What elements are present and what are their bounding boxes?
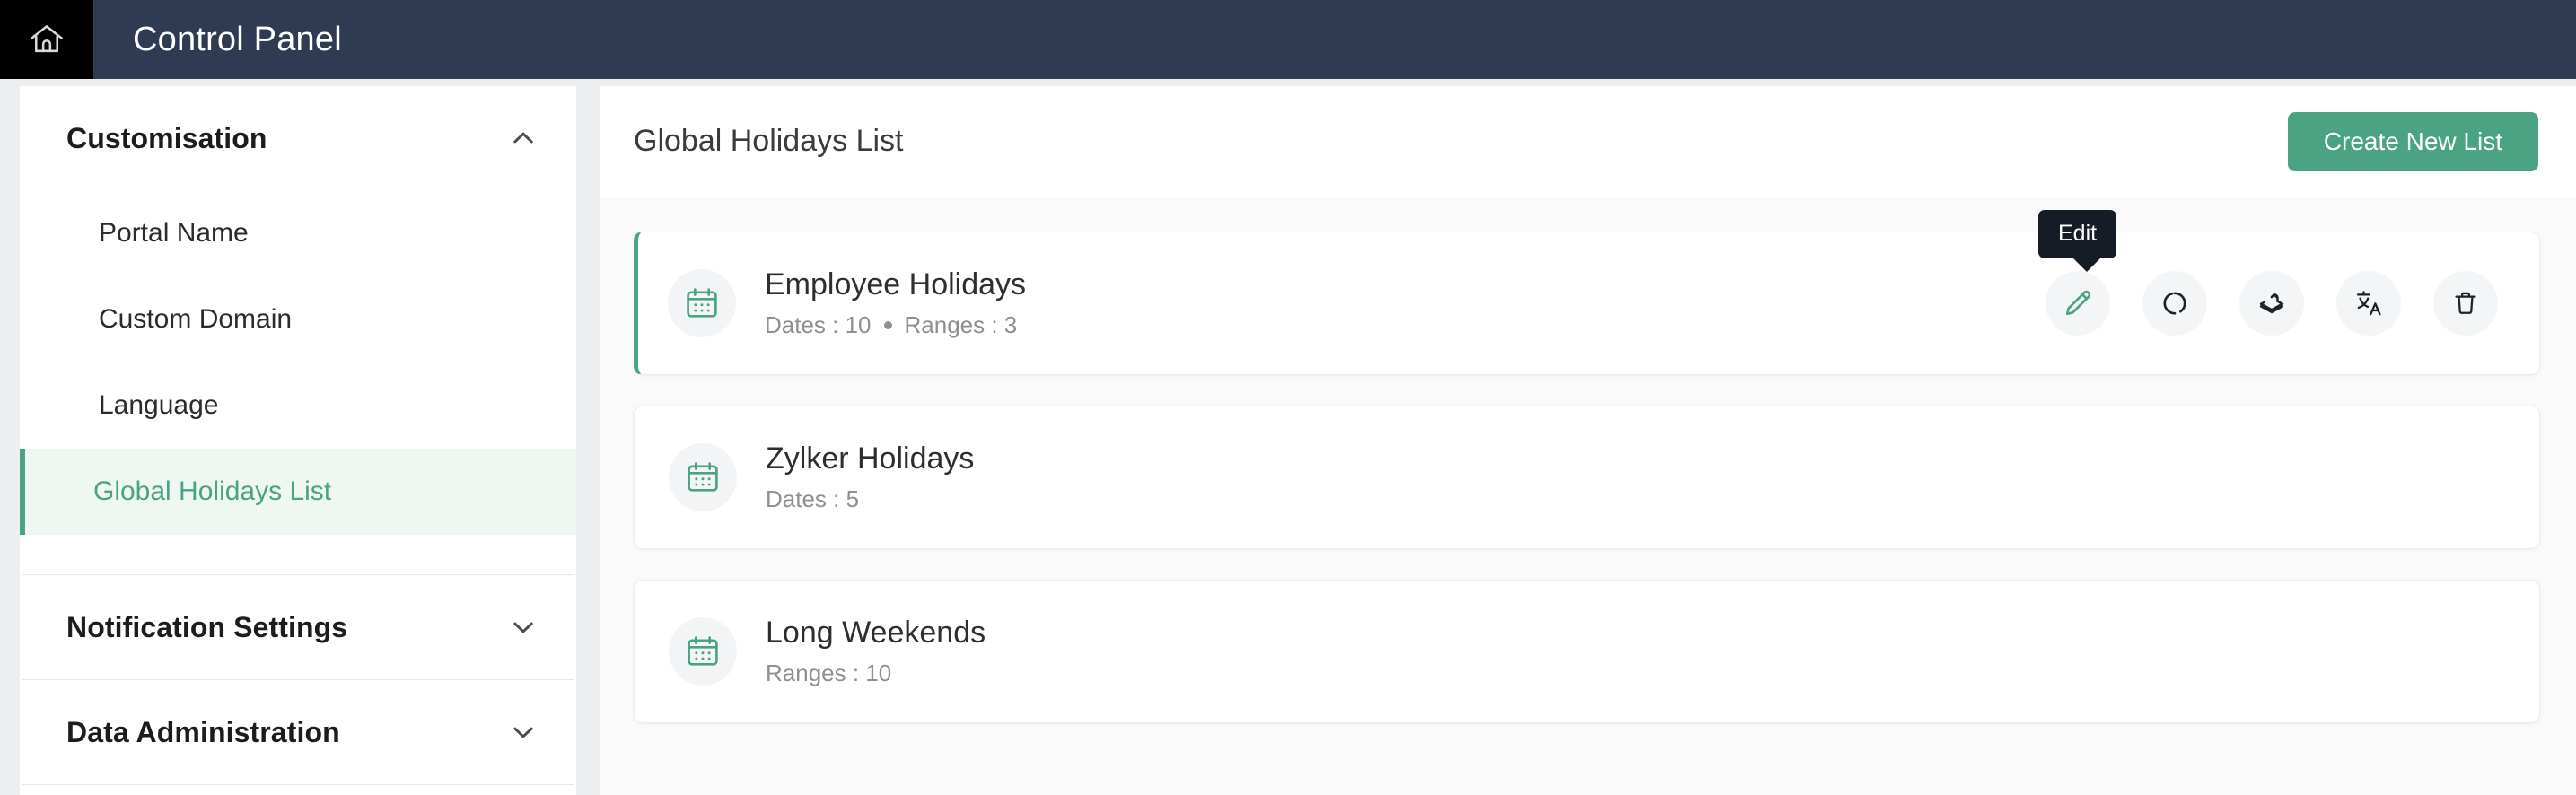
card-text-block: Employee Holidays Dates : 10 Ranges : 3	[765, 267, 2046, 339]
sidebar-section-title: Customisation	[66, 121, 267, 154]
card-actions: Edit	[2038, 210, 2498, 336]
translate-button[interactable]	[2336, 271, 2401, 336]
chevron-up-icon[interactable]	[508, 123, 539, 153]
holiday-list-card[interactable]: Employee Holidays Dates : 10 Ranges : 3 …	[634, 210, 2540, 375]
holiday-list-container: Employee Holidays Dates : 10 Ranges : 3 …	[600, 197, 2576, 723]
edit-tooltip: Edit	[2038, 210, 2117, 272]
meta-ranges: Ranges : 3	[904, 311, 1018, 339]
holiday-list-meta: Dates : 10 Ranges : 3	[765, 311, 2046, 339]
home-icon	[27, 20, 66, 59]
delete-button[interactable]	[2433, 271, 2498, 336]
sidebar-section-customisation: Customisation Portal Name Custom Domain …	[20, 86, 576, 574]
sidebar-item-label: Global Holidays List	[93, 476, 332, 506]
holiday-list-meta: Ranges : 10	[766, 660, 2498, 687]
sidebar-section-title: Data Administration	[66, 715, 340, 748]
sidebar: Customisation Portal Name Custom Domain …	[20, 86, 576, 795]
home-button[interactable]	[0, 0, 93, 79]
holiday-list-name: Employee Holidays	[765, 266, 1027, 301]
meta-separator-dot	[883, 321, 892, 330]
calendar-icon	[668, 269, 736, 337]
sidebar-section-header-customisation[interactable]: Customisation	[20, 86, 576, 190]
chevron-down-icon[interactable]	[508, 612, 539, 642]
layers-arrow-icon	[2256, 288, 2287, 319]
main-header: Global Holidays List Create New List	[600, 86, 2576, 197]
trash-icon	[2451, 289, 2480, 318]
sidebar-divider	[22, 784, 574, 785]
sidebar-item-global-holidays-list[interactable]: Global Holidays List	[20, 449, 576, 535]
main-panel: Global Holidays List Create New List Emp…	[600, 86, 2576, 795]
sidebar-section-title: Notification Settings	[66, 610, 348, 643]
card-text-block: Long Weekends Ranges : 10	[766, 616, 2498, 687]
top-bar: Control Panel	[0, 0, 2576, 79]
meta-dates: Dates : 5	[766, 485, 860, 513]
sidebar-item-label: Portal Name	[99, 218, 249, 248]
holiday-list-name: Long Weekends	[766, 615, 986, 650]
translate-icon	[2353, 288, 2384, 319]
circular-arrow-icon	[2160, 289, 2189, 318]
holiday-list-meta: Dates : 5	[766, 485, 2498, 513]
sidebar-item-label: Language	[99, 390, 219, 420]
sidebar-section-data-administration: Data Administration	[20, 680, 576, 784]
calendar-icon	[669, 443, 737, 511]
meta-ranges: Ranges : 10	[766, 660, 892, 687]
sidebar-section-header-data-administration[interactable]: Data Administration	[20, 680, 576, 784]
sidebar-section-header-notification-settings[interactable]: Notification Settings	[20, 575, 576, 679]
sidebar-item-language[interactable]: Language	[20, 363, 576, 449]
holiday-list-card[interactable]: Zylker Holidays Dates : 5	[634, 406, 2540, 549]
sidebar-item-label: Custom Domain	[99, 304, 293, 334]
refresh-button[interactable]	[2142, 271, 2207, 336]
sidebar-section-spacer	[20, 535, 576, 574]
chevron-down-icon[interactable]	[508, 717, 539, 747]
holiday-list-card[interactable]: Long Weekends Ranges : 10	[634, 580, 2540, 723]
meta-dates: Dates : 10	[765, 311, 872, 339]
sidebar-item-portal-name[interactable]: Portal Name	[20, 190, 576, 276]
edit-button[interactable]	[2046, 271, 2110, 336]
create-new-list-button[interactable]: Create New List	[2287, 111, 2538, 171]
page-title: Global Holidays List	[634, 124, 904, 158]
holiday-list-name: Zylker Holidays	[766, 441, 975, 476]
app-title: Control Panel	[133, 20, 342, 58]
duplicate-button[interactable]	[2239, 271, 2304, 336]
calendar-icon	[669, 617, 737, 686]
pencil-icon	[2063, 288, 2093, 319]
sidebar-section-notification-settings: Notification Settings	[20, 575, 576, 679]
sidebar-item-custom-domain[interactable]: Custom Domain	[20, 276, 576, 363]
card-text-block: Zylker Holidays Dates : 5	[766, 441, 2498, 513]
